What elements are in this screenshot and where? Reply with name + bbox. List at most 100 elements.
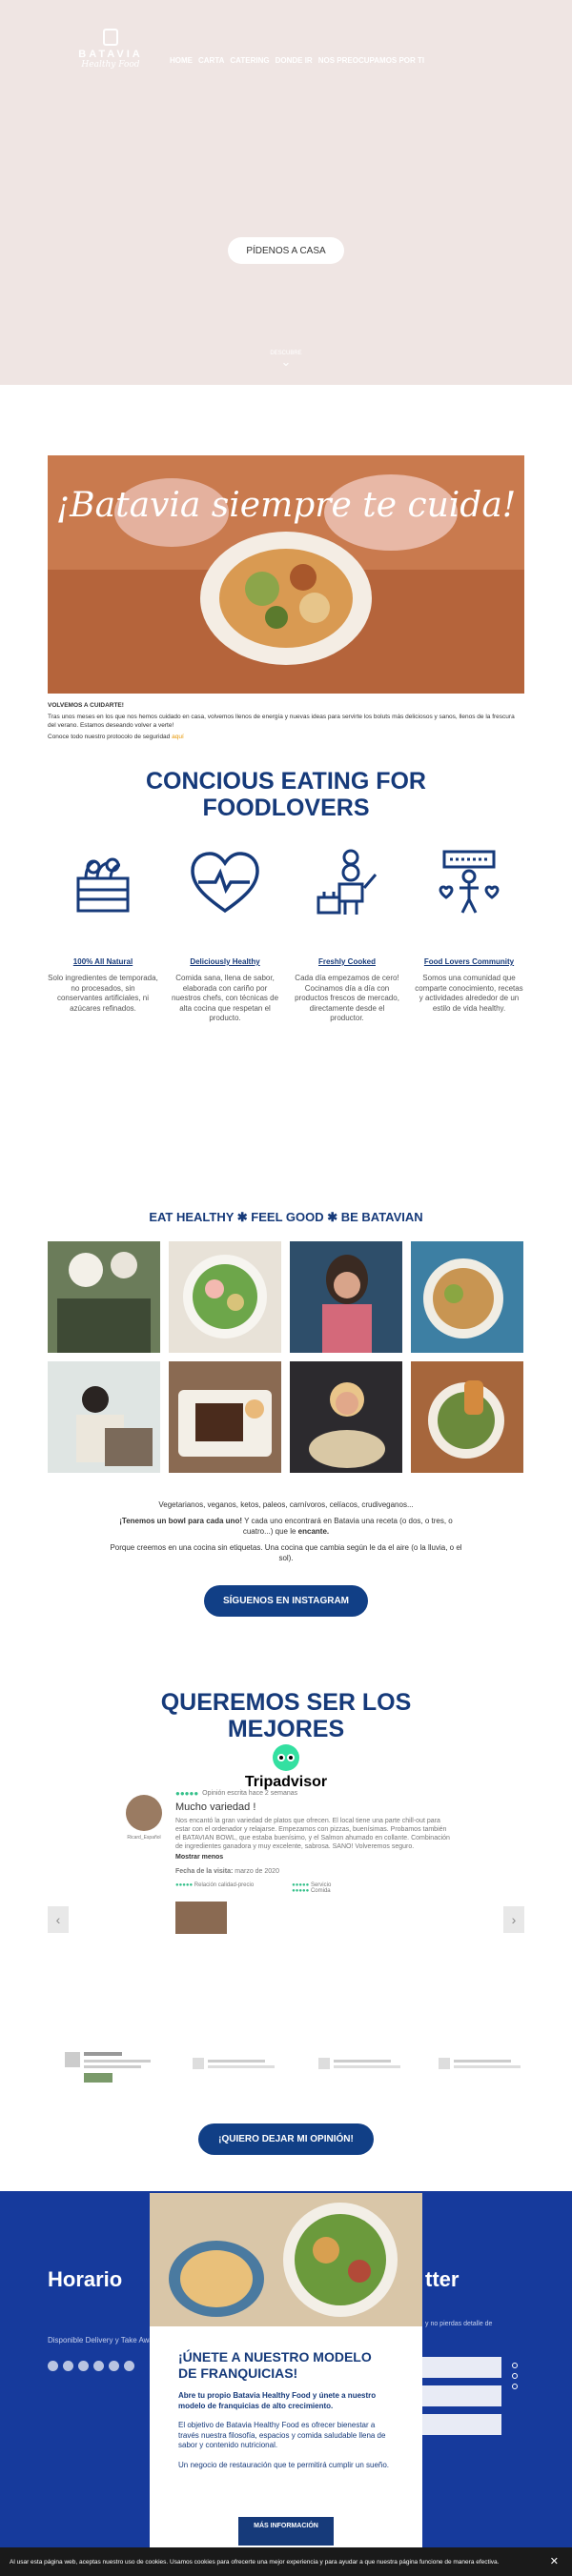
review-thumbnail[interactable] xyxy=(318,2048,414,2086)
diets-highlight: ¡Tenemos un bowl para cada uno! xyxy=(119,1517,242,1525)
brand-name: BATAVIA xyxy=(78,49,143,60)
review-meta: Opinión escrita hace 2 semanas xyxy=(202,1790,298,1797)
main-nav: HOME CARTA CATERING DONDE IR NOS PREOCUP… xyxy=(170,56,424,65)
page-dots xyxy=(512,2363,518,2389)
logo-mark-icon xyxy=(103,29,118,46)
intro-line1: Tras unos meses en los que nos hemos cui… xyxy=(48,714,515,729)
diets-line2-text: Y cada uno encontrará en Batavia una rec… xyxy=(242,1517,453,1536)
instagram-icon[interactable] xyxy=(78,2361,89,2371)
more-info-button[interactable]: MÁS INFORMACIÓN xyxy=(238,2517,334,2546)
popup-title: ¡ÚNETE A NUESTRO MODELO DE FRANQUICIAS! xyxy=(178,2349,372,2381)
rating-value-label: Relación calidad-precio xyxy=(194,1882,255,1888)
eat-healthy-heading: EAT HEALTHY ✱ FEEL GOOD ✱ BE BATAVIAN xyxy=(149,1210,423,1224)
scroll-down[interactable]: DESCUBRE ⌄ xyxy=(265,351,307,368)
leave-opinion-button[interactable]: ¡QUIERO DEJAR MI OPINIÓN! xyxy=(198,2123,374,2155)
nav-nos-preocupamos[interactable]: NOS PREOCUPAMOS POR TI xyxy=(318,56,424,65)
feature-healthy: Deliciously Healthy Comida sana, llena d… xyxy=(170,844,280,1024)
review-title[interactable]: Mucho variedad ! xyxy=(175,1801,450,1813)
order-home-button[interactable]: PÍDENOS A CASA xyxy=(228,237,344,264)
instagram-photo[interactable] xyxy=(48,1241,160,1353)
footer-schedule-title: Horario xyxy=(48,2267,123,2291)
show-less-link[interactable]: Mostrar menos xyxy=(175,1854,450,1861)
review-prev-button[interactable]: ‹ xyxy=(48,1906,69,1933)
nav-home[interactable]: HOME xyxy=(170,56,193,65)
instagram-follow-button[interactable]: SÍGUENOS EN INSTAGRAM xyxy=(204,1585,368,1617)
diets-line1: Vegetarianos, veganos, ketos, paleos, ca… xyxy=(158,1500,414,1509)
newsletter-name-field[interactable] xyxy=(418,2357,501,2378)
nav-donde-ir[interactable]: DONDE IR xyxy=(276,56,313,65)
social-links xyxy=(48,2361,134,2371)
review-thumbnail[interactable] xyxy=(439,2048,534,2086)
tripadvisor-logo[interactable]: Tripadvisor xyxy=(238,1744,334,1791)
cookie-text: Al usar esta página web, aceptas nuestro… xyxy=(10,2558,500,2566)
feature-fresh: Freshly Cooked Cada día empezamos de cer… xyxy=(292,844,402,1024)
popup-text-2: El objetivo de Batavia Healthy Food es o… xyxy=(178,2421,386,2449)
reviewer-name: Ricard_Español xyxy=(127,1835,161,1841)
review-photo[interactable] xyxy=(175,1902,227,1934)
footer-newsletter-title: tter xyxy=(425,2267,460,2291)
footer-schedule-text: Disponible Delivery y Take Away xyxy=(48,2336,157,2345)
diets-line3: Porque creemos en una cocina sin etiquet… xyxy=(110,1543,462,1562)
feature-community: Food Lovers Community Somos una comunida… xyxy=(414,844,524,1014)
nav-catering[interactable]: CATERING xyxy=(230,56,269,65)
feature-text: Solo ingredientes de temporada, no proce… xyxy=(48,974,158,1013)
intro-line2-text: Conoce todo nuestro protocolo de segurid… xyxy=(48,734,173,740)
pinterest-icon[interactable] xyxy=(93,2361,104,2371)
chevron-left-icon: ‹ xyxy=(55,1912,61,1927)
rating-food-label: Comida xyxy=(310,1888,331,1894)
page-dot[interactable] xyxy=(512,2373,518,2379)
safety-protocol-link[interactable]: aquí xyxy=(172,734,184,740)
newsletter-submit-field[interactable] xyxy=(418,2414,501,2435)
crate-icon xyxy=(76,857,130,913)
intro-text: VOLVEMOS A CUIDARTE! Tras unos meses en … xyxy=(48,701,524,741)
banner-title: ¡Batavia siempre te cuida! xyxy=(55,486,517,525)
rating-bubbles-icon: ●●●●● xyxy=(175,1882,194,1888)
avatar xyxy=(126,1795,162,1831)
conscious-title: CONCIOUS EATING FOR FOODLOVERS xyxy=(146,768,426,821)
chevron-down-icon: ⌄ xyxy=(280,354,292,369)
feature-all-natural: 100% All Natural Solo ingredientes de te… xyxy=(48,844,158,1014)
nav-carta[interactable]: CARTA xyxy=(198,56,224,65)
hero-section: BATAVIA Healthy Food HOME CARTA CATERING… xyxy=(0,0,572,385)
review-thumbnail[interactable] xyxy=(65,2048,160,2086)
popup-photo xyxy=(150,2193,422,2326)
review-thumbnail[interactable] xyxy=(193,2048,288,2086)
page-dot[interactable] xyxy=(512,2363,518,2368)
feature-label: Deliciously Healthy xyxy=(190,957,260,966)
heart-icon xyxy=(191,852,259,914)
instagram-photo[interactable] xyxy=(290,1361,402,1473)
footer-newsletter-text: y no pierdas detalle de xyxy=(425,2321,493,2327)
instagram-photo[interactable] xyxy=(411,1361,523,1473)
rating-bubbles-icon: ●●●●● xyxy=(292,1888,310,1894)
visit-date: marzo de 2020 xyxy=(235,1868,279,1875)
instagram-photo[interactable] xyxy=(411,1241,523,1353)
visit-label: Fecha de la visita: xyxy=(175,1868,234,1875)
twitter-icon[interactable] xyxy=(63,2361,73,2371)
feature-label: Food Lovers Community xyxy=(423,957,515,966)
page-dot[interactable] xyxy=(512,2384,518,2389)
review-next-button[interactable]: › xyxy=(503,1906,524,1933)
youtube-icon[interactable] xyxy=(109,2361,119,2371)
review-body: Nos encantó la gran variedad de platos q… xyxy=(175,1818,450,1850)
brand-logo[interactable]: BATAVIA Healthy Food xyxy=(63,29,158,70)
instagram-photo[interactable] xyxy=(290,1241,402,1353)
close-icon[interactable]: ✕ xyxy=(550,2555,559,2567)
promo-banner: ¡Batavia siempre te cuida! xyxy=(48,455,524,694)
feature-label: Freshly Cooked xyxy=(317,957,376,966)
facebook-icon[interactable] xyxy=(48,2361,58,2371)
rating-bubbles-icon: ●●●●● xyxy=(175,1789,199,1798)
instagram-photo[interactable] xyxy=(48,1361,160,1473)
popup-text-3: Un negocio de restauración que te permit… xyxy=(178,2460,390,2469)
feature-text: Comida sana, llena de sabor, elaborada c… xyxy=(171,974,279,1022)
feature-label: 100% All Natural xyxy=(72,957,133,966)
feature-text: Cada día empezamos de cero! Cocinamos dí… xyxy=(295,974,399,1022)
popup-text-1: Abre tu propio Batavia Healthy Food y ún… xyxy=(178,2391,377,2410)
instagram-photo[interactable] xyxy=(169,1361,281,1473)
feature-text: Somos una comunidad que comparte conocim… xyxy=(415,974,523,1013)
cookie-bar: Al usar esta página web, aceptas nuestro… xyxy=(0,2547,572,2576)
tripadvisor-icon[interactable] xyxy=(124,2361,134,2371)
instagram-photo[interactable] xyxy=(169,1241,281,1353)
newsletter-email-field[interactable] xyxy=(418,2385,501,2406)
diets-line2: ¡Tenemos un bowl para cada uno! Y cada u… xyxy=(105,1516,467,1537)
brand-tagline: Healthy Food xyxy=(81,60,140,70)
